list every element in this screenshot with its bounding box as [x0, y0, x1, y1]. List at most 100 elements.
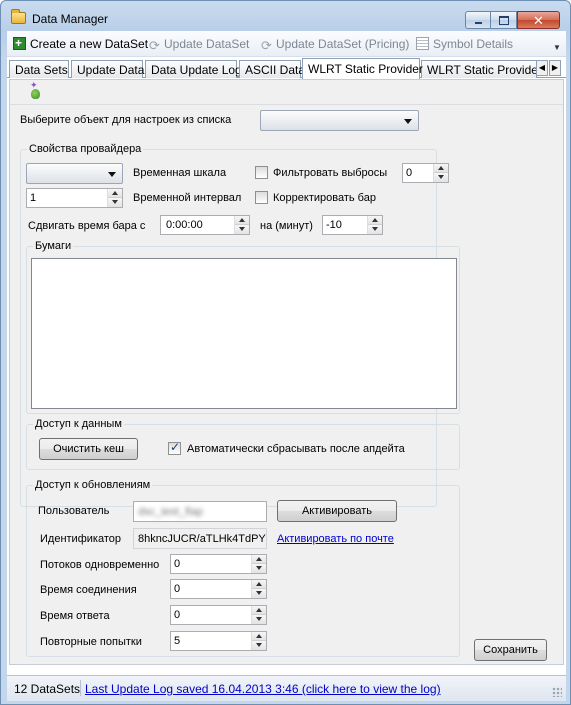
shift-time-label: Сдвигать время бара с — [28, 220, 146, 232]
status-divider — [80, 680, 81, 696]
minutes-value: -10 — [326, 219, 342, 231]
spin-down-icon[interactable] — [368, 225, 382, 234]
spin-up-icon[interactable] — [252, 555, 266, 564]
id-field[interactable]: 8hkncJUCR/aTLHk4TdPYI — [133, 528, 267, 549]
tab-label: Data Sets — [15, 63, 68, 77]
connect-time-stepper[interactable]: 0 — [170, 579, 267, 599]
shift-time-stepper[interactable]: 0:00:00 — [160, 215, 250, 235]
user-field[interactable]: dsc_test_flap — [133, 501, 267, 522]
user-label: Пользователь — [38, 505, 110, 517]
threads-stepper[interactable]: 0 — [170, 554, 267, 574]
spin-down-icon[interactable] — [252, 564, 266, 573]
timescale-label: Временная шкала — [133, 167, 227, 179]
clear-cache-button[interactable]: Очистить кеш — [39, 438, 138, 460]
create-dataset-label: Create a new DataSet — [30, 37, 149, 51]
close-icon: ✕ — [533, 13, 544, 28]
auto-reset-label: Автоматически сбрасывать после апдейта — [187, 443, 405, 455]
update-dataset-pricing-button[interactable]: ⟳ Update DataSet (Pricing) — [261, 36, 409, 53]
tab-scroll-right-icon[interactable]: ▶ — [549, 60, 561, 76]
interval-value: 1 — [30, 192, 37, 204]
spin-down-icon[interactable] — [252, 589, 266, 598]
stepper-arrows — [433, 164, 448, 182]
filter-outliers-label: Фильтровать выбросы — [273, 167, 388, 179]
minimize-button[interactable] — [465, 11, 491, 29]
window-title: Data Manager — [32, 12, 109, 26]
save-button[interactable]: Сохранить — [474, 639, 547, 661]
threads-value: 0 — [174, 558, 181, 570]
correct-bar-checkbox[interactable] — [255, 191, 268, 204]
stepper-arrows — [107, 189, 122, 207]
refresh-icon: ⟳ — [261, 38, 272, 53]
tab-label: Update Data — [77, 63, 145, 77]
stepper-arrows — [367, 216, 382, 234]
spin-down-icon[interactable] — [252, 615, 266, 624]
response-time-value: 0 — [174, 609, 181, 621]
stepper-arrows — [251, 606, 266, 624]
object-select[interactable] — [260, 110, 419, 131]
spin-down-icon[interactable] — [252, 641, 266, 650]
tab-label: WLRT Static Provider — [308, 62, 423, 76]
tab-data-update-log[interactable]: Data Update Log — [145, 60, 242, 78]
spin-up-icon[interactable] — [252, 632, 266, 641]
group-title: Свойства провайдера — [27, 143, 144, 155]
activate-by-email-link[interactable]: Активировать по почте — [277, 533, 394, 546]
connect-time-label: Время соединения — [40, 584, 137, 596]
refresh-icon: ⟳ — [149, 38, 160, 53]
spin-up-icon[interactable] — [368, 216, 382, 225]
spin-up-icon[interactable] — [108, 189, 122, 198]
spin-down-icon[interactable] — [235, 225, 249, 234]
interval-label: Временной интервал — [133, 192, 242, 204]
resize-grip-icon[interactable] — [552, 687, 562, 697]
toolbar-overflow-icon[interactable]: ▼ — [553, 43, 562, 53]
tab-wlrt-static-provider-2[interactable]: WLRT Static Provider — [421, 60, 542, 78]
correct-bar-label: Корректировать бар — [273, 192, 376, 204]
auto-reset-checkbox[interactable] — [168, 440, 181, 455]
retries-stepper[interactable]: 5 — [170, 631, 267, 651]
tab-wlrt-static-provider[interactable]: WLRT Static Provider — [302, 58, 423, 79]
update-log-link[interactable]: Last Update Log saved 16.04.2013 3:46 (c… — [85, 682, 441, 696]
spin-up-icon[interactable] — [252, 580, 266, 589]
table-icon — [416, 37, 429, 50]
wizard-icon[interactable] — [28, 80, 44, 101]
symbol-details-button[interactable]: Symbol Details — [416, 36, 513, 52]
add-dataset-icon — [13, 35, 26, 51]
update-dataset-label: Update DataSet — [164, 37, 250, 51]
spin-down-icon[interactable] — [108, 198, 122, 207]
title-bar[interactable]: Data Manager ✕ — [1, 1, 570, 31]
toolbar: Create a new DataSet ⟳ Update DataSet ⟳ Up… — [7, 31, 566, 57]
folder-icon — [11, 9, 26, 24]
papers-list[interactable] — [31, 258, 457, 409]
id-label: Идентификатор — [40, 533, 121, 545]
minutes-label: на (минут) — [260, 220, 313, 232]
symbol-details-label: Symbol Details — [433, 37, 514, 51]
maximize-button[interactable] — [491, 11, 517, 29]
tab-label: Data Update Log — [151, 63, 242, 77]
filter-outliers-value: 0 — [406, 167, 413, 179]
filter-outliers-stepper[interactable]: 0 — [402, 163, 449, 183]
stepper-arrows — [251, 580, 266, 598]
filter-outliers-checkbox[interactable] — [255, 166, 268, 179]
tab-data-sets[interactable]: Data Sets — [9, 60, 69, 78]
spin-up-icon[interactable] — [252, 606, 266, 615]
tab-update-data[interactable]: Update Data — [71, 60, 145, 78]
response-time-stepper[interactable]: 0 — [170, 605, 267, 625]
close-button[interactable]: ✕ — [517, 11, 560, 29]
tab-strip: Data Sets Update Data Data Update Log AS… — [7, 58, 566, 79]
tab-ascii-data[interactable]: ASCII Data — [239, 60, 305, 78]
stepper-arrows — [234, 216, 249, 234]
spin-down-icon[interactable] — [434, 173, 448, 182]
create-dataset-button[interactable]: Create a new DataSet — [13, 35, 149, 52]
stepper-arrows — [251, 632, 266, 650]
spin-up-icon[interactable] — [235, 216, 249, 225]
id-value: 8hkncJUCR/aTLHk4TdPYI — [138, 533, 266, 545]
tab-scroll-left-icon[interactable]: ◀ — [536, 60, 548, 76]
interval-stepper[interactable]: 1 — [26, 188, 123, 208]
update-dataset-button[interactable]: ⟳ Update DataSet — [149, 36, 250, 53]
wlrt-provider-panel: Выберите объект для настроек из списка С… — [9, 79, 564, 665]
minutes-stepper[interactable]: -10 — [322, 215, 383, 235]
tab-label: ASCII Data — [245, 63, 306, 77]
shift-time-value: 0:00:00 — [166, 219, 203, 231]
timescale-select[interactable] — [26, 163, 123, 184]
spin-up-icon[interactable] — [434, 164, 448, 173]
activate-button[interactable]: Активировать — [277, 500, 397, 522]
